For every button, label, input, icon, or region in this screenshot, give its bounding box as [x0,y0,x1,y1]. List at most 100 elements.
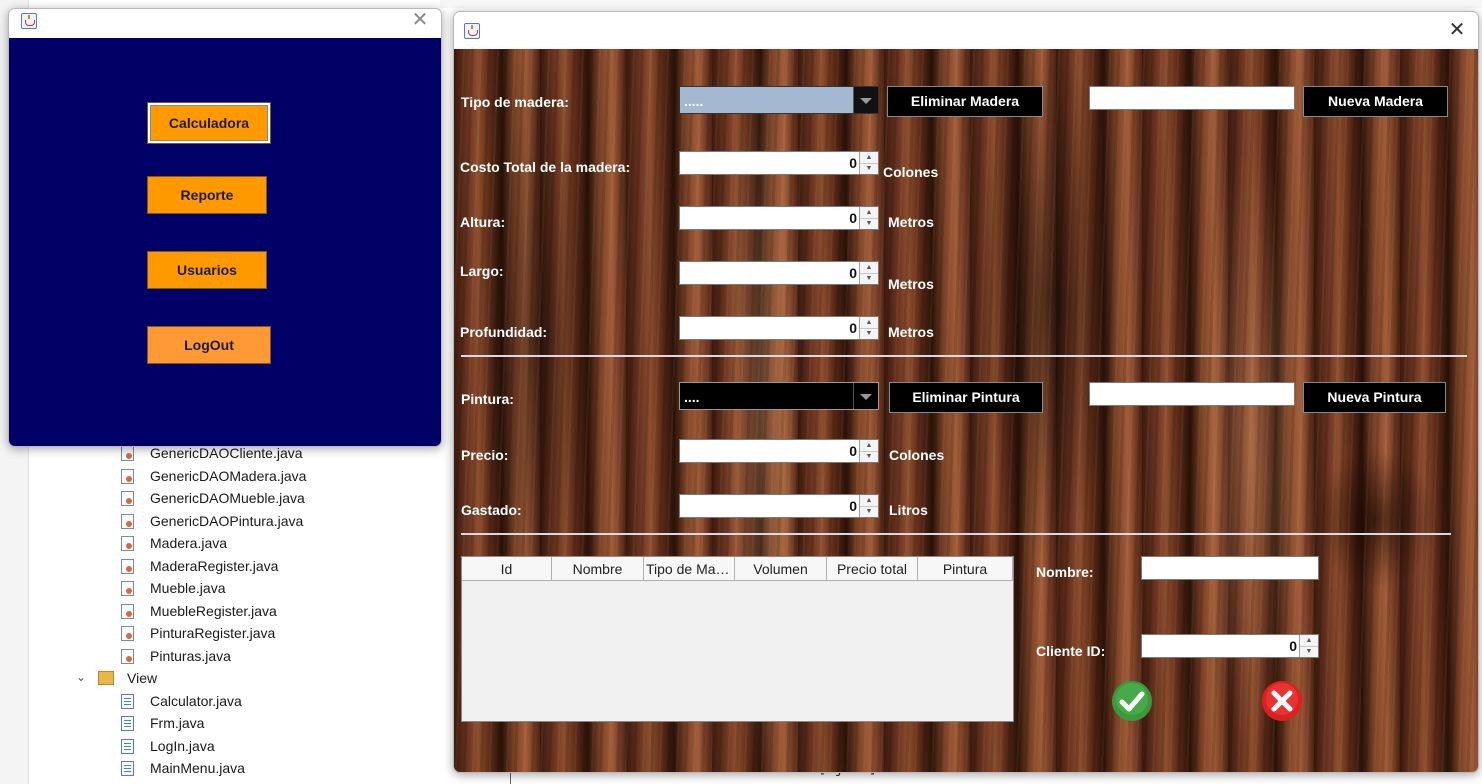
nombre-input[interactable] [1141,556,1319,580]
calculator-panel: Tipo de madera: ..... Eliminar Madera Nu… [454,49,1478,772]
tree-item[interactable]: MainMenu.java [0,758,440,780]
costo-total-unit: Colones [883,164,939,180]
tree-item-label: Mueble.java [150,580,226,596]
usuarios-button[interactable]: Usuarios [147,251,267,289]
nueva-pintura-input[interactable] [1089,382,1295,406]
chevron-down-icon[interactable] [853,87,878,113]
tree-item-label: MuebleRegister.java [150,602,277,619]
tree-item-label: Pinturas.java [150,647,231,664]
tree-item[interactable]: ⌄ View [0,668,440,690]
spinner-down-icon[interactable]: ▼ [860,163,878,174]
altura-spinner[interactable]: 0 ▲ ▼ [679,206,879,230]
tree-item[interactable]: MaderaRegister.java [0,556,440,578]
chevron-down-icon[interactable]: ⌄ [76,670,89,685]
chevron-down-icon[interactable] [853,383,878,409]
profundidad-unit: Metros [888,324,934,340]
gastado-spinner[interactable]: 0 ▲ ▼ [679,494,879,518]
tree-item-label: PinturaRegister.java [150,625,276,641]
calculadora-button[interactable]: Calculadora [147,102,271,144]
tree-item-label: MainMenu.java [150,760,245,776]
table-header: Id Nombre Tipo de Mad... Volumen Precio tota… [462,557,1013,581]
tree-item[interactable]: Mueble.java [0,578,440,600]
spinner-down-icon[interactable]: ▼ [860,506,878,517]
eliminar-pintura-button[interactable]: Eliminar Pintura [889,382,1043,413]
java-file-icon [121,468,134,484]
reporte-button[interactable]: Reporte [147,176,267,214]
java-file-icon [121,536,134,551]
profundidad-spinner[interactable]: 0 ▲ ▼ [679,316,879,340]
gastado-label: Gastado: [461,502,522,518]
tree-item-label: Madera.java [150,535,228,551]
tree-item-label: GenericDAOMadera.java [150,467,307,484]
logout-button[interactable]: LogOut [147,326,271,364]
table-column-header[interactable]: Precio total [827,557,918,581]
tree-item[interactable]: Pinturas.java [0,646,440,668]
tree-item[interactable]: Frm.java [0,713,440,735]
precio-spinner[interactable]: 0 ▲ ▼ [679,439,879,463]
cancel-button[interactable] [1261,680,1303,722]
tree-item[interactable]: GenericDAOMueble.java [0,488,440,510]
costo-total-label: Costo Total de la madera: [460,159,631,175]
pintura-select[interactable]: .... [679,382,879,410]
table-column-header[interactable]: Nombre [552,557,644,581]
gastado-unit: Litros [889,502,928,518]
muebles-table[interactable]: Id Nombre Tipo de Mad... Volumen Precio tota… [461,556,1014,722]
java-file-icon [121,716,134,731]
checkmark-icon [1112,681,1152,721]
pintura-label: Pintura: [461,391,514,407]
cliente-id-spinner[interactable]: 0 ▲ ▼ [1141,634,1319,658]
table-column-header[interactable]: Tipo de Mad... [644,557,735,581]
cliente-id-value: 0 [1289,638,1297,654]
calculator-window: ✕ Tipo de madera: ..... Eliminar Madera … [453,11,1479,773]
tree-item[interactable]: GenericDAOPintura.java [0,511,440,533]
tree-item-label: GenericDAOPintura.java [150,512,304,529]
tree-item[interactable]: Madera.java [0,533,440,555]
tree-item-label: LogIn.java [150,737,215,754]
table-column-header[interactable]: Id [462,557,552,581]
largo-value: 0 [849,265,857,281]
tree-item-label: Calculator.java [150,692,242,709]
costo-total-value: 0 [849,155,857,171]
java-file-icon [121,491,134,506]
tree-item[interactable]: GenericDAOMadera.java [0,466,440,488]
java-app-icon [21,13,37,29]
tree-item-label: GenericDAOCliente.java [150,445,303,461]
java-app-icon [464,23,480,39]
largo-spinner[interactable]: 0 ▲ ▼ [679,261,879,285]
costo-total-spinner[interactable]: 0 ▲ ▼ [679,151,879,175]
altura-value: 0 [849,210,857,226]
accept-button[interactable] [1111,680,1153,722]
calculator-titlebar[interactable]: ✕ [454,12,1478,49]
tree-item[interactable]: PinturaRegister.java [0,623,440,645]
nueva-pintura-button[interactable]: Nueva Pintura [1303,382,1446,413]
table-column-header[interactable]: Volumen [735,557,827,581]
tipo-madera-label: Tipo de madera: [461,94,569,110]
nueva-madera-button[interactable]: Nueva Madera [1303,86,1448,117]
main-menu-titlebar[interactable]: ✕ [9,9,441,38]
spinner-down-icon[interactable]: ▼ [860,273,878,284]
java-file-icon [121,446,134,461]
tree-item[interactable]: MuebleRegister.java [0,601,440,623]
spinner-down-icon[interactable]: ▼ [1300,646,1318,657]
eliminar-madera-button[interactable]: Eliminar Madera [887,86,1043,117]
tree-item[interactable]: LogIn.java [0,736,440,758]
ide-top-strip [440,0,1482,8]
spinner-down-icon[interactable]: ▼ [860,451,878,462]
close-icon[interactable]: ✕ [1448,20,1466,40]
java-file-icon [121,626,134,641]
java-file-icon [121,693,134,709]
tree-item[interactable]: Calculator.java [0,691,440,713]
table-column-header[interactable]: Pintura [918,557,1013,581]
tipo-madera-select[interactable]: ..... [679,86,879,114]
package-icon [98,671,114,685]
spinner-down-icon[interactable]: ▼ [860,218,878,229]
java-file-icon [121,513,134,529]
largo-label: Largo: [460,263,504,279]
nueva-madera-input[interactable] [1089,86,1295,110]
spinner-down-icon[interactable]: ▼ [860,328,878,339]
java-file-icon [121,738,134,754]
cliente-id-label: Cliente ID: [1036,643,1106,659]
close-icon[interactable]: ✕ [411,10,429,30]
close-icon [1262,681,1302,721]
separator [461,533,1451,535]
